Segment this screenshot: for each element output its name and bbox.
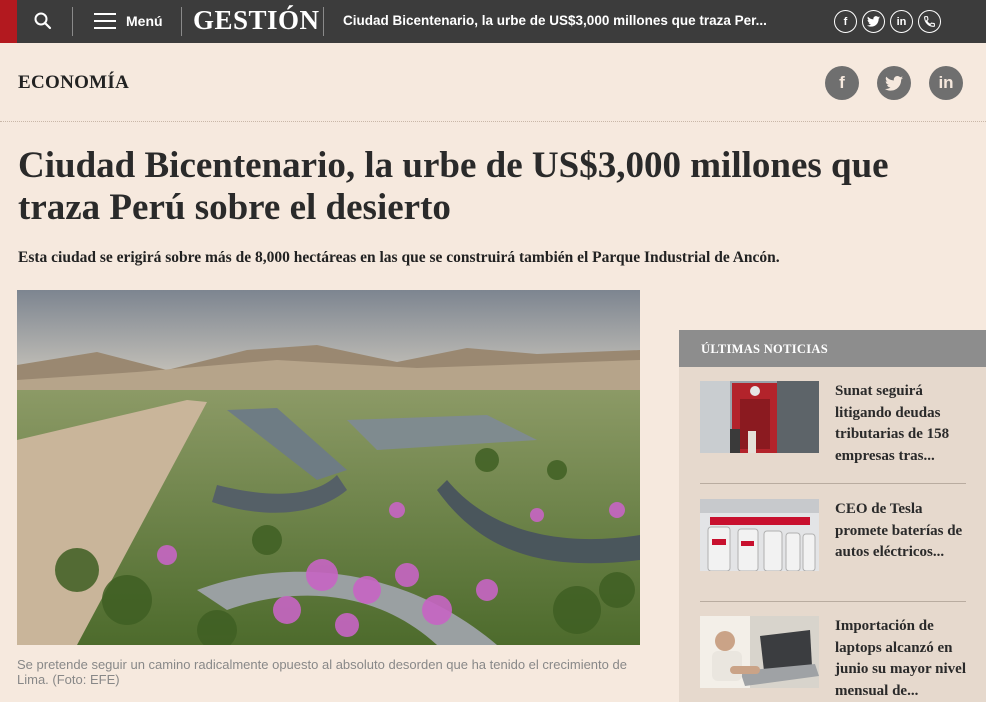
- news-item[interactable]: Sunat seguirá litigando deudas tributari…: [700, 381, 966, 467]
- sidebar-header: ÚLTIMAS NOTICIAS: [679, 330, 986, 367]
- latest-news-sidebar: ÚLTIMAS NOTICIAS Sunat seguirá litigando…: [679, 330, 986, 702]
- brand-red-strip: [0, 0, 17, 43]
- topbar-social-links: f in: [834, 10, 941, 33]
- facebook-icon[interactable]: f: [825, 66, 859, 100]
- phone-icon[interactable]: [918, 10, 941, 33]
- site-logo[interactable]: GESTIÓN: [193, 5, 320, 36]
- news-separator: [700, 483, 966, 484]
- linkedin-icon[interactable]: in: [890, 10, 913, 33]
- sticky-headline: Ciudad Bicentenario, la urbe de US$3,000…: [343, 13, 767, 28]
- news-separator: [700, 601, 966, 602]
- separator: [323, 7, 324, 36]
- news-title[interactable]: Sunat seguirá litigando deudas tributari…: [835, 381, 966, 467]
- facebook-icon[interactable]: f: [834, 10, 857, 33]
- news-item[interactable]: CEO de Tesla promete baterías de autos e…: [700, 499, 966, 571]
- dotted-divider: [0, 121, 986, 122]
- news-title[interactable]: CEO de Tesla promete baterías de autos e…: [835, 499, 966, 571]
- twitter-icon[interactable]: [862, 10, 885, 33]
- news-item[interactable]: Importación de laptops alcanzó en junio …: [700, 616, 966, 702]
- image-caption: Se pretende seguir un camino radicalment…: [17, 657, 627, 687]
- news-thumbnail[interactable]: [700, 616, 819, 688]
- separator: [72, 7, 73, 36]
- separator: [181, 7, 182, 36]
- article-subtitle: Esta ciudad se erigirá sobre más de 8,00…: [18, 249, 780, 266]
- article-main-image[interactable]: [17, 290, 640, 645]
- share-buttons: f in: [825, 66, 963, 100]
- section-label[interactable]: ECONOMÍA: [18, 72, 129, 94]
- news-thumbnail[interactable]: [700, 381, 819, 453]
- article-title: Ciudad Bicentenario, la urbe de US$3,000…: [18, 145, 889, 228]
- news-title[interactable]: Importación de laptops alcanzó en junio …: [835, 616, 966, 702]
- menu-label: Menú: [126, 13, 163, 29]
- top-navigation-bar: Menú GESTIÓN Ciudad Bicentenario, la urb…: [0, 0, 986, 43]
- news-thumbnail[interactable]: [700, 499, 819, 571]
- menu-button[interactable]: Menú: [94, 10, 163, 32]
- search-icon[interactable]: [33, 11, 53, 31]
- hamburger-icon: [94, 13, 116, 29]
- linkedin-icon[interactable]: in: [929, 66, 963, 100]
- twitter-icon[interactable]: [877, 66, 911, 100]
